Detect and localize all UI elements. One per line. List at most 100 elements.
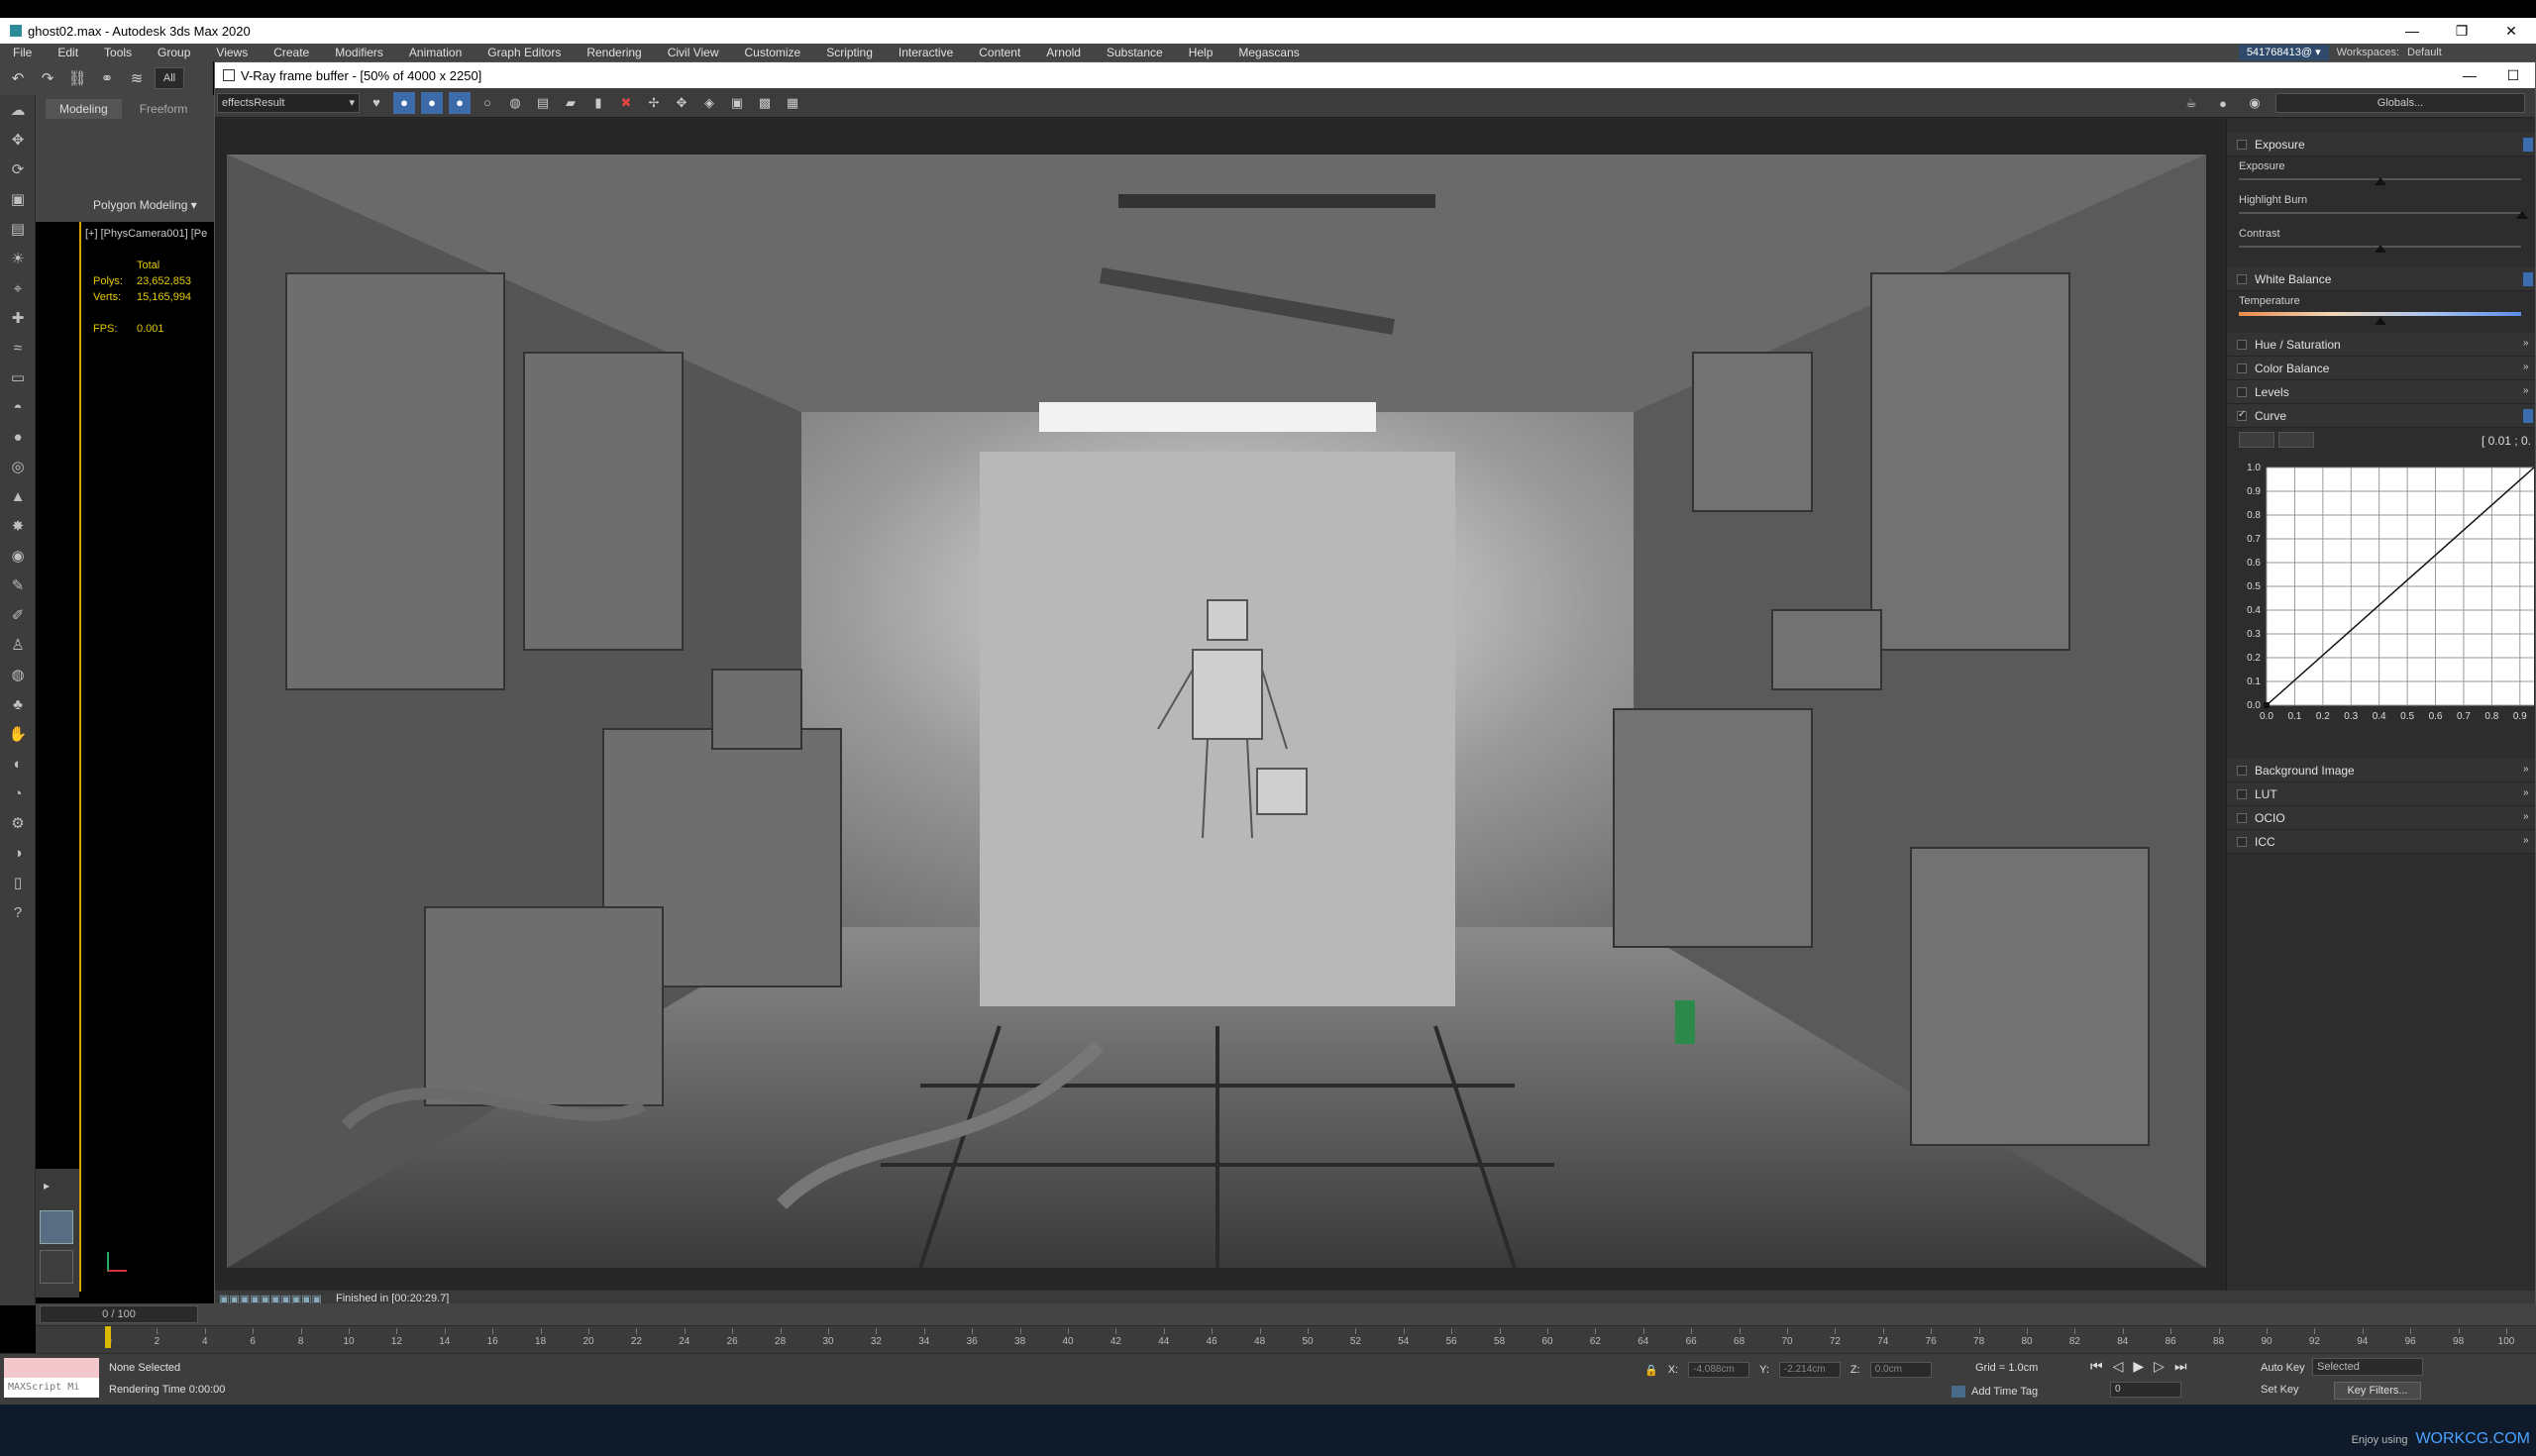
vfb-maximize-button[interactable]: ☐ (2491, 62, 2535, 88)
redo-icon[interactable]: ↷ (36, 67, 59, 89)
mono-channel-icon[interactable]: ◍ (504, 92, 526, 114)
save-image-icon[interactable]: ▤ (532, 92, 554, 114)
camera-icon[interactable]: ⌖ (0, 273, 36, 303)
dome-icon[interactable]: ◓ (0, 392, 36, 422)
link-icon[interactable]: ⛓ (65, 67, 89, 89)
script-icon[interactable]: ▯ (0, 868, 36, 897)
lut-section[interactable]: LUT » (2227, 782, 2535, 806)
color-channels-icon[interactable]: ♥ (366, 92, 387, 114)
menu-help[interactable]: Help (1176, 44, 1226, 61)
y-coordinate-field[interactable]: -2.214cm (1778, 1362, 1841, 1378)
select-icon[interactable]: ☁ (0, 95, 36, 125)
rotate-icon[interactable]: ⟳ (0, 155, 36, 184)
menu-tools[interactable]: Tools (91, 44, 145, 61)
material-editor-icon[interactable]: ▤ (0, 214, 36, 244)
color-balance-section[interactable]: Color Balance » (2227, 357, 2535, 380)
red-channel-icon[interactable]: ● (393, 91, 415, 114)
teapot-icon[interactable]: ☕ (2180, 92, 2202, 114)
temperature-handle[interactable] (2375, 317, 2386, 325)
auto-key-button[interactable]: Auto Key (2261, 1362, 2305, 1374)
bind-space-warp-icon[interactable]: ≋ (125, 67, 149, 89)
contrast-slider[interactable]: Contrast (2227, 224, 2535, 258)
menu-interactive[interactable]: Interactive (886, 44, 966, 61)
highlight-burn-track[interactable] (2239, 212, 2521, 214)
icc-checkbox[interactable] (2237, 837, 2247, 847)
menu-substance[interactable]: Substance (1094, 44, 1176, 61)
texture-icon[interactable]: ◐ (0, 749, 36, 779)
expand-arrow-icon[interactable]: » (2523, 385, 2533, 399)
expand-arrow-icon[interactable]: » (2523, 362, 2533, 375)
menu-megascans[interactable]: Megascans (1225, 44, 1312, 61)
workspaces-dropdown[interactable]: Default (2407, 47, 2526, 58)
current-frame-field[interactable]: 0 (2110, 1382, 2181, 1398)
highlight-burn-handle[interactable] (2516, 211, 2528, 219)
ocio-section[interactable]: OCIO » (2227, 806, 2535, 830)
menu-group[interactable]: Group (145, 44, 203, 61)
hand-icon[interactable]: ✋ (0, 719, 36, 749)
expand-arrow-icon[interactable]: ▸ (44, 1179, 50, 1193)
single-viewport-layout[interactable] (40, 1210, 73, 1244)
curve-section[interactable]: Curve (2227, 404, 2535, 428)
next-frame-icon[interactable]: ▷ (2154, 1358, 2165, 1375)
sphere-icon[interactable]: ● (0, 422, 36, 452)
menu-edit[interactable]: Edit (45, 44, 91, 61)
tab-modeling[interactable]: Modeling (46, 99, 122, 119)
add-time-tag-button[interactable]: Add Time Tag (1952, 1386, 2038, 1398)
white-balance-section[interactable]: White Balance (2227, 267, 2535, 291)
menu-civil-view[interactable]: Civil View (655, 44, 732, 61)
exposure-slider-handle[interactable] (2375, 177, 2386, 185)
vray-icon[interactable]: ◑ (0, 838, 36, 868)
lock-icon[interactable]: 🔒 (1644, 1364, 1658, 1377)
ocio-checkbox[interactable] (2237, 813, 2247, 823)
expand-arrow-icon[interactable]: » (2523, 835, 2533, 849)
sphere-render-icon[interactable]: ● (2212, 92, 2234, 114)
curve-load-button[interactable] (2239, 432, 2274, 448)
undo-icon[interactable]: ↶ (6, 67, 30, 89)
white-balance-checkbox[interactable] (2237, 274, 2247, 284)
duplicate-icon[interactable]: ▮ (587, 92, 609, 114)
history-icon[interactable]: ▦ (782, 92, 803, 114)
go-to-start-icon[interactable]: ⏮ (2090, 1358, 2103, 1375)
hue-saturation-section[interactable]: Hue / Saturation » (2227, 333, 2535, 357)
menu-customize[interactable]: Customize (732, 44, 814, 61)
color-balance-checkbox[interactable] (2237, 364, 2247, 373)
maxscript-listener[interactable]: MAXScript Mi (4, 1358, 99, 1400)
highlight-burn-slider[interactable]: Highlight Burn (2227, 190, 2535, 224)
z-coordinate-field[interactable]: 0.0cm (1869, 1362, 1932, 1378)
key-selection-dropdown[interactable]: Selected (2312, 1358, 2423, 1376)
maximize-button[interactable]: ❐ (2437, 18, 2486, 44)
rendered-image[interactable] (227, 155, 2206, 1268)
expand-arrow-icon[interactable]: » (2523, 811, 2533, 825)
time-slider[interactable]: 0 / 100 (40, 1305, 198, 1323)
stop-render-icon[interactable]: ✖ (615, 92, 637, 114)
account-button[interactable]: 541768413@ ▾ (2238, 45, 2329, 60)
render-setup-icon[interactable]: ⚙ (0, 808, 36, 838)
menu-graph-editors[interactable]: Graph Editors (475, 44, 574, 61)
exposure-enable-checkbox[interactable] (2237, 140, 2247, 150)
sun-icon[interactable]: ✸ (0, 511, 36, 541)
expand-arrow-icon[interactable]: » (2523, 338, 2533, 352)
ball-icon[interactable]: ◉ (0, 541, 36, 571)
go-to-end-icon[interactable]: ⏭ (2174, 1358, 2187, 1375)
person-icon[interactable]: ♙ (0, 630, 36, 660)
exposure-section[interactable]: Exposure (2227, 133, 2535, 156)
expand-arrow-icon[interactable] (2523, 409, 2533, 423)
time-cursor[interactable] (105, 1326, 111, 1348)
plane-icon[interactable]: ▭ (0, 363, 36, 392)
temperature-slider[interactable]: Temperature (2227, 291, 2535, 325)
paint-icon[interactable]: ✎ (0, 571, 36, 600)
x-coordinate-field[interactable]: -4.088cm (1688, 1362, 1750, 1378)
menu-animation[interactable]: Animation (396, 44, 475, 61)
track-bar[interactable]: 0246810121416182022242628303234363840424… (36, 1325, 2536, 1353)
background-image-checkbox[interactable] (2237, 766, 2247, 776)
load-image-icon[interactable]: ▰ (560, 92, 581, 114)
track-mouse-icon[interactable]: ✢ (643, 92, 665, 114)
quad-viewport-layout[interactable] (40, 1250, 73, 1284)
green-channel-icon[interactable]: ● (421, 91, 443, 114)
link-to-viewport-icon[interactable]: ◈ (698, 92, 720, 114)
lens-effects-icon[interactable]: ◉ (2244, 92, 2266, 114)
icc-section[interactable]: ICC » (2227, 830, 2535, 854)
polygon-modeling-panel[interactable]: Polygon Modeling ▾ (93, 198, 197, 212)
hue-saturation-checkbox[interactable] (2237, 340, 2247, 350)
curve-checkbox[interactable] (2237, 409, 2247, 421)
